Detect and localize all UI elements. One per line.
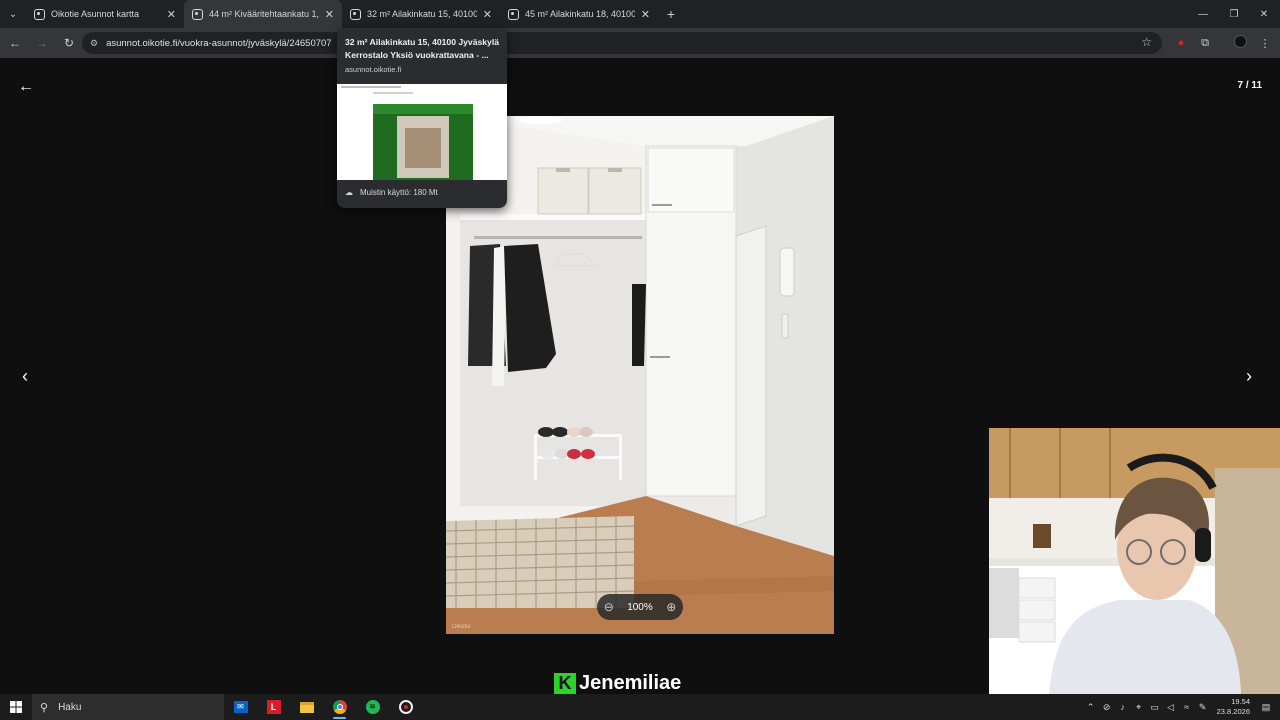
zoom-in-icon[interactable]: ⊕ bbox=[666, 600, 676, 614]
oikotie-favicon-icon bbox=[508, 8, 519, 20]
tab-title: Oikotie Asunnot kartta bbox=[51, 9, 140, 19]
kick-logo-icon: K bbox=[554, 672, 576, 695]
tab-strip: ⌄ Oikotie Asunnot kartta ✕ 44 m² Kivääri… bbox=[0, 0, 1280, 28]
memory-icon: ☁ bbox=[345, 188, 353, 197]
network-off-icon[interactable]: ⊘ bbox=[1099, 702, 1115, 713]
hover-card-preview bbox=[337, 84, 507, 180]
tab-kivaaritehtaankatu[interactable]: 44 m² Kivääritehtaankatu 1, 40100 Jyväsk… bbox=[184, 0, 342, 28]
forward-icon[interactable]: → bbox=[30, 31, 54, 55]
photo-caption: Oikotie bbox=[452, 624, 471, 630]
pen-icon[interactable]: ✎ bbox=[1195, 702, 1211, 713]
maximize-icon[interactable]: ❐ bbox=[1219, 0, 1249, 28]
recorder-icon[interactable] bbox=[389, 694, 422, 720]
zoom-out-icon[interactable]: ⊖ bbox=[604, 600, 614, 614]
chrome-icon[interactable] bbox=[323, 694, 356, 720]
oikotie-favicon-icon bbox=[34, 8, 45, 20]
search-placeholder: Haku bbox=[58, 701, 82, 713]
hover-card-domain: asunnot.oikotie.fi bbox=[345, 65, 402, 74]
close-icon[interactable]: ✕ bbox=[483, 8, 492, 21]
close-icon[interactable]: ✕ bbox=[641, 8, 650, 21]
file-explorer-icon[interactable] bbox=[290, 694, 323, 720]
extensions-puzzle-icon[interactable]: ⧉ bbox=[1196, 34, 1214, 52]
windows-start-icon[interactable] bbox=[0, 694, 32, 720]
microphone-icon[interactable]: ♪ bbox=[1115, 702, 1131, 712]
windows-taskbar: ⚲ Haku ✉ L ≋ ⌃ ⊘ ♪ ⌖ ▭ ◁ ≈ ✎ 19.54 23.8.… bbox=[0, 694, 1280, 720]
clock-date: 23.8.2026 bbox=[1216, 707, 1250, 716]
oikotie-favicon-icon bbox=[350, 8, 361, 20]
spotify-icon[interactable]: ≋ bbox=[356, 694, 389, 720]
new-tab-icon[interactable]: + bbox=[658, 6, 684, 22]
clock[interactable]: 19.54 23.8.2026 bbox=[1217, 697, 1250, 717]
url-text: asunnot.oikotie.fi/vuokra-asunnot/jyväsk… bbox=[106, 37, 332, 49]
reload-icon[interactable]: ↻ bbox=[57, 31, 81, 55]
close-icon[interactable]: ✕ bbox=[325, 8, 334, 21]
image-counter: 7 / 11 bbox=[1237, 80, 1262, 91]
clock-time: 19.54 bbox=[1231, 697, 1250, 706]
location-icon[interactable]: ⌖ bbox=[1131, 702, 1147, 713]
minimize-icon[interactable]: — bbox=[1188, 0, 1218, 28]
address-bar[interactable]: ⚙ asunnot.oikotie.fi/vuokra-asunnot/jyvä… bbox=[82, 32, 1162, 54]
previous-image-icon[interactable]: ‹ bbox=[22, 366, 28, 387]
notifications-icon[interactable]: ▤ bbox=[1258, 702, 1274, 713]
show-hidden-icons-icon[interactable]: ⌃ bbox=[1083, 702, 1099, 713]
wifi-icon[interactable]: ≈ bbox=[1179, 702, 1195, 712]
site-info-icon[interactable]: ⚙ bbox=[90, 38, 98, 49]
webcam-overlay bbox=[989, 428, 1280, 694]
display-icon[interactable]: ▭ bbox=[1147, 702, 1163, 713]
system-tray: ⌃ ⊘ ♪ ⌖ ▭ ◁ ≈ ✎ 19.54 23.8.2026 ▤ bbox=[1083, 694, 1280, 720]
zoom-controls: ⊖ 100% ⊕ bbox=[597, 594, 683, 620]
browser-toolbar: ← → ↻ ⚙ asunnot.oikotie.fi/vuokra-asunno… bbox=[0, 28, 1280, 58]
bookmark-star-icon[interactable]: ☆ bbox=[1141, 35, 1152, 49]
outlook-icon[interactable]: ✉ bbox=[224, 694, 257, 720]
hover-card-title: 32 m² Ailakinkatu 15, 40100 Jyväskylä Ke… bbox=[345, 37, 499, 60]
menu-dots-icon[interactable]: ⋮ bbox=[1256, 34, 1274, 52]
search-icon: ⚲ bbox=[40, 701, 49, 714]
tab-ailakinkatu-15[interactable]: 32 m² Ailakinkatu 15, 40100 Jyväskylä ✕ bbox=[342, 0, 500, 28]
zoom-level: 100% bbox=[627, 601, 653, 613]
next-image-icon[interactable]: › bbox=[1246, 366, 1252, 387]
back-icon[interactable]: ← bbox=[3, 31, 27, 55]
hover-card-memory: ☁ Muistin käyttö: 180 Mt bbox=[345, 188, 438, 197]
tab-title: 44 m² Kivääritehtaankatu 1, 40100 Jyväsk… bbox=[209, 9, 319, 19]
tab-title: 32 m² Ailakinkatu 15, 40100 Jyväskylä bbox=[367, 9, 477, 19]
tab-title: 45 m² Ailakinkatu 18, 40100 Jyväskylä bbox=[525, 9, 635, 19]
lotto-icon[interactable]: L bbox=[257, 694, 290, 720]
profile-avatar[interactable] bbox=[1234, 35, 1247, 48]
webcam-feed bbox=[989, 428, 1280, 694]
streamer-name: Jenemiliae bbox=[579, 672, 682, 694]
gallery-back-arrow-icon[interactable]: ← bbox=[18, 78, 34, 96]
chevron-down-icon[interactable]: ⌄ bbox=[0, 0, 26, 28]
oikotie-favicon-icon bbox=[192, 8, 203, 20]
tab-oikotie-map[interactable]: Oikotie Asunnot kartta ✕ bbox=[26, 0, 184, 28]
tab-hover-card: 32 m² Ailakinkatu 15, 40100 Jyväskylä Ke… bbox=[337, 28, 507, 208]
streamer-watermark: K Jenemiliae bbox=[554, 672, 681, 695]
close-icon[interactable]: ✕ bbox=[1249, 0, 1279, 28]
memory-text: Muistin käyttö: 180 Mt bbox=[360, 188, 438, 197]
taskbar-search[interactable]: ⚲ Haku bbox=[32, 694, 224, 720]
close-icon[interactable]: ✕ bbox=[167, 8, 176, 21]
tab-ailakinkatu-18[interactable]: 45 m² Ailakinkatu 18, 40100 Jyväskylä ✕ bbox=[500, 0, 658, 28]
volume-icon[interactable]: ◁ bbox=[1163, 702, 1179, 713]
extension-red-icon[interactable]: ● bbox=[1172, 34, 1190, 52]
